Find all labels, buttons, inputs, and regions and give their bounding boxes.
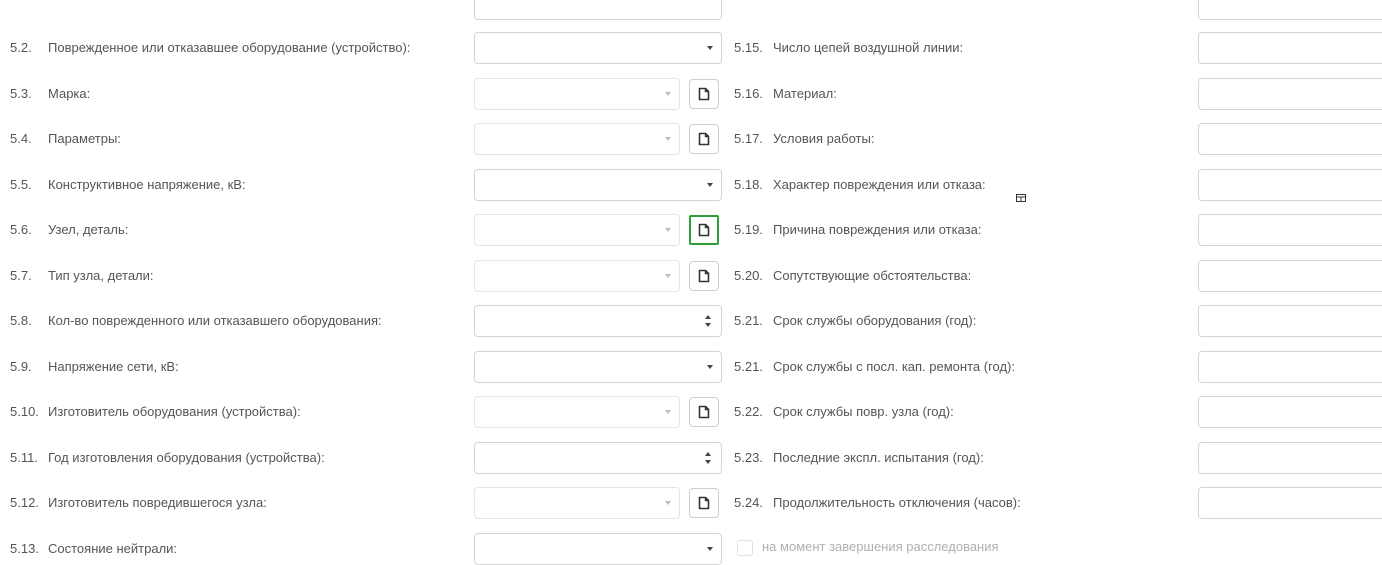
chevron-down-icon[interactable] [665, 410, 671, 414]
spinner-up-icon[interactable] [705, 315, 711, 319]
right-input-5-23-9[interactable] [1198, 442, 1382, 474]
field-label-5-10: Изготовитель оборудования (устройства): [48, 404, 301, 419]
field-label-5-11: Год изготовления оборудования (устройств… [48, 450, 325, 465]
field-label-5-2: Поврежденное или отказавшее оборудование… [48, 40, 411, 55]
right-input-5-15-0[interactable] [1198, 32, 1382, 64]
field-label-5-8: Кол-во поврежденного или отказавшего обо… [48, 313, 382, 328]
right-input-5-18-3[interactable] [1198, 169, 1382, 201]
dictionary-button-5-3[interactable] [689, 79, 719, 109]
field-label-5-4: Параметры: [48, 131, 121, 146]
dictionary-button-5-6[interactable] [689, 215, 719, 245]
right-field-number-5-15-0: 5.15. [734, 40, 763, 55]
right-input-5-21-6[interactable] [1198, 305, 1382, 337]
right-field-label-5-21-7: Срок службы с посл. кап. ремонта (год): [773, 359, 1015, 374]
select-5-5[interactable] [474, 169, 722, 201]
right-field-number-5-16-1: 5.16. [734, 86, 763, 101]
field-number-5-7: 5.7. [10, 268, 32, 283]
right-field-label-5-20-5: Сопутствующие обстоятельства: [773, 268, 972, 283]
top-field-left-partial[interactable] [474, 0, 722, 20]
chevron-down-icon[interactable] [665, 228, 671, 232]
investigation-checkbox-label: на момент завершения расследования [762, 539, 999, 554]
right-input-5-19-4[interactable] [1198, 214, 1382, 246]
dictionary-button-5-4[interactable] [689, 124, 719, 154]
right-field-number-5-23-9: 5.23. [734, 450, 763, 465]
right-field-label-5-22-8: Срок службы повр. узла (год): [773, 404, 954, 419]
select-5-7[interactable] [474, 260, 680, 292]
spinner-icon[interactable] [705, 451, 712, 465]
field-number-5-13: 5.13. [10, 541, 39, 556]
select-5-3[interactable] [474, 78, 680, 110]
chevron-down-icon[interactable] [707, 46, 713, 50]
right-field-label-5-23-9: Последние экспл. испытания (год): [773, 450, 984, 465]
field-number-5-3: 5.3. [10, 86, 32, 101]
field-number-5-4: 5.4. [10, 131, 32, 146]
right-input-5-24-10[interactable] [1198, 487, 1382, 519]
right-field-number-5-21-7: 5.21. [734, 359, 763, 374]
right-input-5-20-5[interactable] [1198, 260, 1382, 292]
spinner-icon[interactable] [705, 314, 712, 328]
field-label-5-3: Марка: [48, 86, 91, 101]
chevron-down-icon[interactable] [707, 183, 713, 187]
right-input-5-16-1[interactable] [1198, 78, 1382, 110]
right-field-label-5-19-4: Причина повреждения или отказа: [773, 222, 982, 237]
chevron-down-icon[interactable] [707, 365, 713, 369]
spinner-down-icon[interactable] [705, 323, 711, 327]
number-input-5-11[interactable] [474, 442, 722, 474]
field-label-5-6: Узел, деталь: [48, 222, 129, 237]
grid-icon [1016, 190, 1026, 205]
field-label-5-5: Конструктивное напряжение, кВ: [48, 177, 246, 192]
select-5-2[interactable] [474, 32, 722, 64]
select-5-13[interactable] [474, 533, 722, 565]
right-input-5-17-2[interactable] [1198, 123, 1382, 155]
dictionary-button-5-10[interactable] [689, 397, 719, 427]
spinner-down-icon[interactable] [705, 460, 711, 464]
field-number-5-8: 5.8. [10, 313, 32, 328]
select-5-9[interactable] [474, 351, 722, 383]
right-input-5-21-7[interactable] [1198, 351, 1382, 383]
field-number-5-11: 5.11. [10, 450, 38, 465]
select-5-12[interactable] [474, 487, 680, 519]
right-field-label-5-24-10: Продолжительность отключения (часов): [773, 495, 1021, 510]
field-label-5-9: Напряжение сети, кВ: [48, 359, 179, 374]
select-5-10[interactable] [474, 396, 680, 428]
right-field-label-5-17-2: Условия работы: [773, 131, 875, 146]
right-field-number-5-17-2: 5.17. [734, 131, 763, 146]
field-number-5-12: 5.12. [10, 495, 39, 510]
right-field-number-5-19-4: 5.19. [734, 222, 763, 237]
number-input-5-8[interactable] [474, 305, 722, 337]
field-label-5-7: Тип узла, детали: [48, 268, 154, 283]
field-number-5-9: 5.9. [10, 359, 32, 374]
chevron-down-icon[interactable] [665, 274, 671, 278]
chevron-down-icon[interactable] [707, 547, 713, 551]
right-field-label-5-15-0: Число цепей воздушной линии: [773, 40, 964, 55]
right-field-label-5-18-3: Характер повреждения или отказа: [773, 177, 986, 192]
dictionary-button-5-12[interactable] [689, 488, 719, 518]
right-field-label-5-21-6: Срок службы оборудования (год): [773, 313, 977, 328]
field-number-5-2: 5.2. [10, 40, 32, 55]
chevron-down-icon[interactable] [665, 137, 671, 141]
right-input-5-22-8[interactable] [1198, 396, 1382, 428]
chevron-down-icon[interactable] [665, 501, 671, 505]
spinner-up-icon[interactable] [705, 452, 711, 456]
top-field-right-partial[interactable] [1198, 0, 1382, 20]
right-field-number-5-18-3: 5.18. [734, 177, 763, 192]
select-5-4[interactable] [474, 123, 680, 155]
right-field-number-5-20-5: 5.20. [734, 268, 763, 283]
field-label-5-12: Изготовитель повредившегося узла: [48, 495, 267, 510]
field-label-5-13: Состояние нейтрали: [48, 541, 178, 556]
right-field-number-5-24-10: 5.24. [734, 495, 763, 510]
field-number-5-5: 5.5. [10, 177, 32, 192]
right-field-number-5-22-8: 5.22. [734, 404, 763, 419]
chevron-down-icon[interactable] [665, 92, 671, 96]
field-number-5-6: 5.6. [10, 222, 32, 237]
field-number-5-10: 5.10. [10, 404, 39, 419]
right-field-number-5-21-6: 5.21. [734, 313, 763, 328]
right-field-label-5-16-1: Материал: [773, 86, 837, 101]
dictionary-button-5-7[interactable] [689, 261, 719, 291]
select-5-6[interactable] [474, 214, 680, 246]
